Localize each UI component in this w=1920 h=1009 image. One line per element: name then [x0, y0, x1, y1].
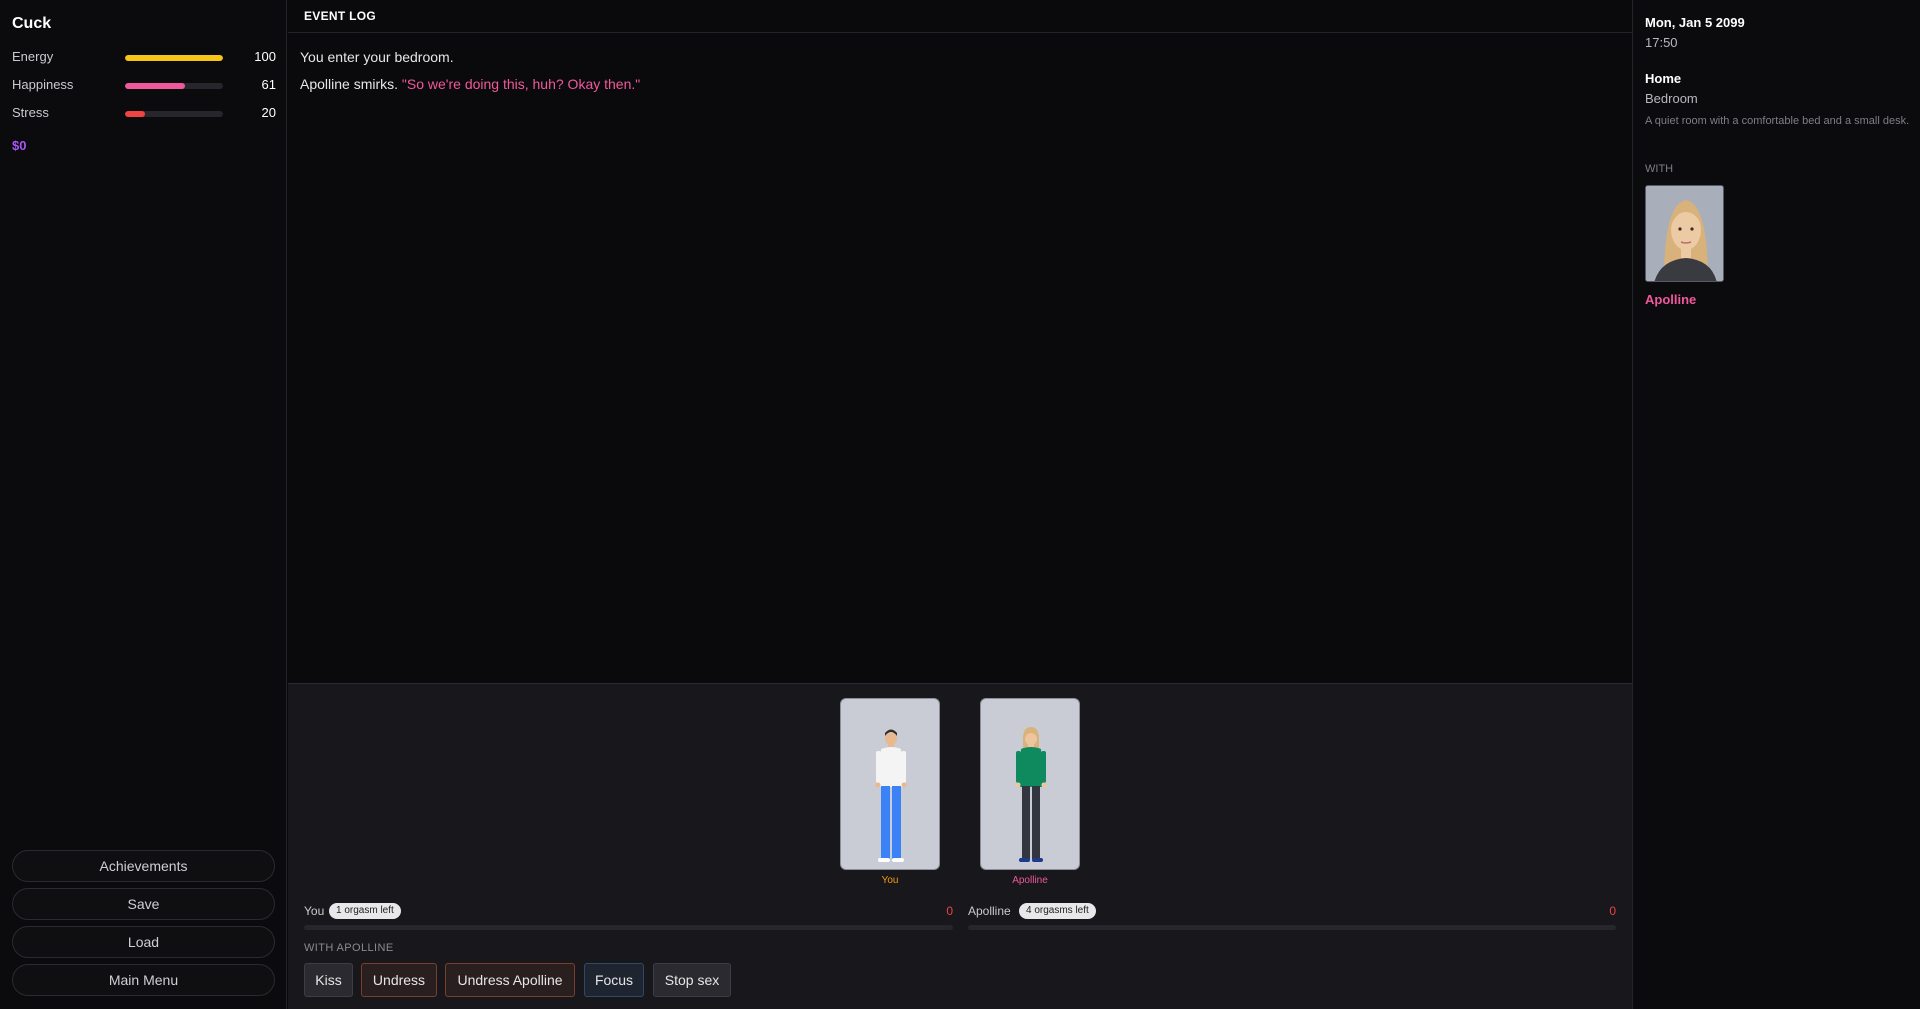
log-line: You enter your bedroom. — [300, 49, 454, 65]
stress-bar — [125, 111, 223, 117]
stress-bar-fill — [125, 111, 145, 117]
achievements-button[interactable]: Achievements — [12, 850, 275, 882]
scene-panel: You Apolline You 1 orgasm left 0 Apollin… — [288, 683, 1632, 1009]
event-log: You enter your bedroom. Apolline smirks.… — [300, 48, 1600, 102]
stat-value: 20 — [261, 105, 276, 120]
stat-label: Stress — [12, 105, 49, 120]
money: $0 — [12, 138, 27, 153]
happiness-bar-fill — [125, 83, 185, 89]
undress-apolline-button[interactable]: Undress Apolline — [445, 963, 575, 997]
log-speaker-text: Apolline smirks. — [300, 76, 402, 92]
right-sidebar: Mon, Jan 5 2099 17:50 Home Bedroom A qui… — [1632, 0, 1920, 1009]
portrait-avatar-icon — [1646, 186, 1723, 281]
companion-name[interactable]: Apolline — [1645, 292, 1696, 307]
event-log-title: EVENT LOG — [304, 9, 377, 23]
meter-name: You — [304, 904, 325, 918]
meter-track — [304, 925, 953, 930]
stat-label: Energy — [12, 49, 54, 64]
undress-button[interactable]: Undress — [361, 963, 437, 997]
actions-section-label: WITH APOLLINE — [304, 942, 394, 954]
location-name: Home — [1645, 71, 1682, 86]
with-title: WITH — [1645, 163, 1674, 175]
you-arousal-meter: You 1 orgasm left 0 — [304, 900, 953, 930]
stat-value: 100 — [254, 49, 276, 64]
orgasms-left-badge: 4 orgasms left — [1019, 903, 1096, 919]
meter-count: 0 — [946, 904, 953, 918]
you-label: You — [881, 875, 899, 886]
meter-name: Apolline — [968, 904, 1011, 918]
meter-count: 0 — [1609, 904, 1616, 918]
apolline-arousal-meter: Apolline 4 orgasms left 0 — [968, 900, 1616, 930]
apolline-portrait[interactable] — [1645, 185, 1724, 282]
log-quote: "So we're doing this, huh? Okay then." — [401, 76, 641, 92]
stat-label: Happiness — [12, 77, 74, 92]
kiss-button[interactable]: Kiss — [304, 963, 353, 997]
main-panel: EVENT LOG You enter your bedroom. Apolli… — [288, 0, 1632, 1009]
happiness-bar — [125, 83, 223, 89]
apolline-figure-card[interactable] — [980, 698, 1080, 870]
female-figure-icon — [1015, 727, 1047, 862]
log-line: Apolline smirks. "So we're doing this, h… — [300, 75, 1600, 102]
orgasms-left-badge: 1 orgasm left — [329, 903, 401, 919]
stat-happiness: Happiness 61 — [12, 77, 276, 95]
event-log-header: EVENT LOG — [288, 0, 1632, 33]
stat-stress: Stress 20 — [12, 105, 276, 123]
energy-bar-fill — [125, 55, 223, 61]
you-figure-card[interactable] — [840, 698, 940, 870]
time: 17:50 — [1645, 35, 1678, 50]
apolline-label: Apolline — [1012, 875, 1048, 886]
room-name: Bedroom — [1645, 91, 1698, 106]
room-description: A quiet room with a comfortable bed and … — [1645, 115, 1910, 127]
main-menu-button[interactable]: Main Menu — [12, 964, 275, 996]
character-name: Cuck — [12, 15, 52, 32]
left-sidebar: Cuck Energy 100 Happiness 61 Stress 20 $… — [0, 0, 287, 1009]
meter-track — [968, 925, 1616, 930]
stat-energy: Energy 100 — [12, 49, 276, 67]
energy-bar — [125, 55, 223, 61]
save-button[interactable]: Save — [12, 888, 275, 920]
load-button[interactable]: Load — [12, 926, 275, 958]
date: Mon, Jan 5 2099 — [1645, 15, 1745, 30]
stat-value: 61 — [261, 77, 276, 92]
stop-sex-button[interactable]: Stop sex — [653, 963, 731, 997]
focus-button[interactable]: Focus — [584, 963, 644, 997]
male-figure-icon — [875, 729, 907, 862]
